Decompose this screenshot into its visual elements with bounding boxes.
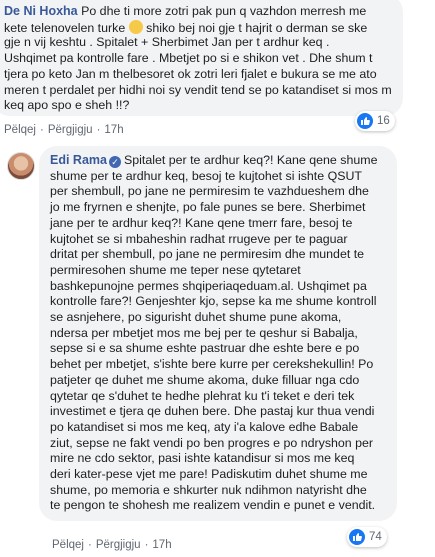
like-icon — [349, 529, 365, 545]
comment-text-line: per shembull, po jane ne permiresim te v… — [50, 184, 369, 199]
comment-text-line: Edi Rama ✓ Spitalet per te ardhur keq?! Ka… — [50, 153, 378, 168]
like-link[interactable]: Pëlqej — [4, 124, 36, 136]
reaction-summary[interactable]: 74 — [347, 527, 387, 547]
comment-text-line: te pengon te shohesh me realizem vendin … — [50, 498, 376, 513]
comment-text-line: po katandiset si mos me keq, aty i'a kal… — [50, 419, 359, 434]
comment-text-line: bashkepunojne permes shqiperiaqeduam.al.… — [50, 278, 367, 293]
comment-text-line: patjeter qe duhet me shume akoma, duke f… — [50, 372, 360, 387]
comment-text-line: shume, po memoria e shkurter nuk ndihmon… — [50, 482, 367, 497]
comment-text-line: kujtohet se si mbaheshin radhat rrugeve … — [50, 231, 348, 246]
comment-text-line: shume per te ardhur keq, besoj te kujtoh… — [50, 168, 362, 183]
comment-text-line: jane per te ardhur keq?! Kane qene tmerr… — [50, 215, 353, 230]
comment-actions: Pëlqej · Përgjigju · 17h — [52, 539, 172, 551]
comment-author[interactable]: De Ni Hoxha — [4, 4, 78, 18]
reaction-summary[interactable]: 16 — [355, 111, 395, 131]
comment-text-line: tjera po keto Jan m thelbesoret ok zotri… — [4, 66, 377, 81]
comment-text-line: meren t perdalet per hidhi noi sy vendit… — [4, 82, 392, 97]
comment-text-line: jo me fryrnen e shenjte, po fale punes s… — [50, 200, 366, 215]
timestamp[interactable]: 17h — [152, 539, 171, 551]
comment-text-line: se asnjehere, po sigurisht duhet shume p… — [50, 310, 342, 324]
comment-text-line: ndersa per mbetjet mos me bej per te qes… — [50, 325, 358, 340]
comment-text-line: qytetar qe s'duhet te hedhe plehrat ku t… — [50, 388, 355, 403]
comment-text-line: permiresohen shume me teper nese qytetar… — [50, 262, 301, 277]
comment-text-line: behet per mbetjet, s'ishte bere kurre pe… — [50, 357, 374, 372]
comment-text-line: kontrolle fare?! Genjeshter kjo, sepse k… — [50, 294, 377, 309]
comment-author[interactable]: Edi Rama — [50, 153, 107, 167]
thinking-face-icon — [128, 19, 143, 34]
like-icon — [357, 113, 373, 129]
verified-badge-icon: ✓ — [108, 156, 121, 168]
reply-link[interactable]: Përgjigju — [96, 539, 141, 551]
comment-text-line: kete telenovelen turke shiko bej noi gje… — [4, 19, 368, 35]
comment-actions: Pëlqej · Përgjigju · 17h — [4, 124, 124, 136]
timestamp[interactable]: 17h — [104, 124, 123, 136]
comment-text-line: Ushqimet pa kontrolle fare . Mbetjet po … — [4, 51, 373, 66]
comment-text-line: dritat per shembull, po jane ne permires… — [50, 247, 365, 262]
comment-text-line: De Ni Hoxha Po dhe ti more zotri pak pun… — [4, 4, 367, 18]
like-link[interactable]: Pëlqej — [52, 539, 84, 551]
comment-text-line: investimet e tjera qe duhen bere. Dhe pa… — [50, 404, 375, 419]
comment-text-line: deri kater-pese vjet me pare! Padiskutim… — [50, 467, 368, 481]
comment-text-line: sepse si e sa shume eshte pastruar dhe e… — [50, 341, 360, 356]
avatar[interactable] — [7, 152, 35, 180]
comment-text-line: ziut, sepse ne fakt vendi po ben progres… — [50, 435, 374, 450]
comment-text-line: mire ne cdo sektor, pasi ishte katandisu… — [50, 451, 355, 466]
comment-text-line: keq apo spo e sheh !!? — [4, 98, 130, 113]
reaction-count: 74 — [369, 531, 382, 543]
reply-link[interactable]: Përgjigju — [48, 124, 93, 136]
reaction-count: 16 — [377, 115, 390, 127]
comment-text-line: gje n vij keshtu . Spitalet + Sherbimet … — [4, 35, 330, 50]
